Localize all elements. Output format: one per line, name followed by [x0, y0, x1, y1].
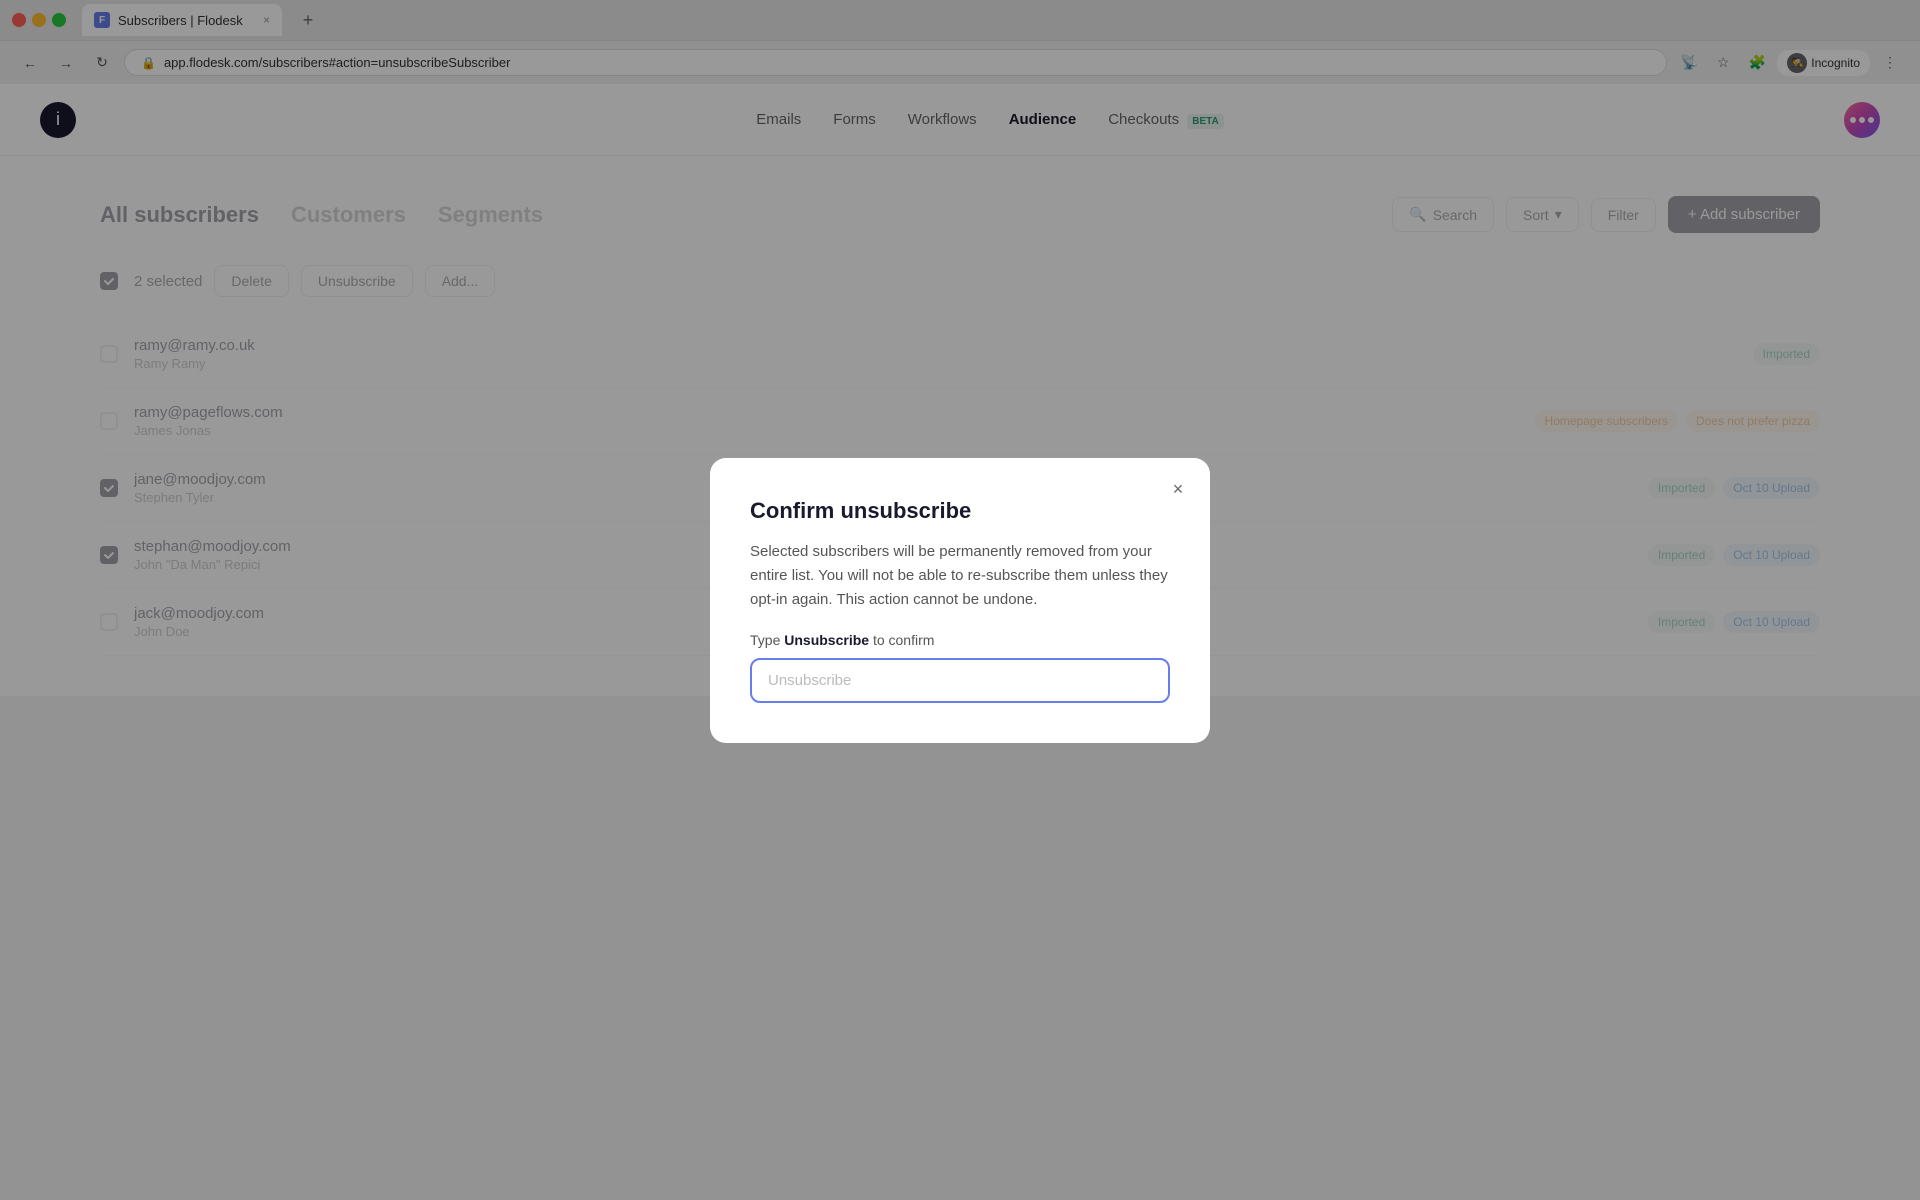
modal-confirm-keyword: Unsubscribe — [784, 632, 869, 648]
modal-title: Confirm unsubscribe — [750, 498, 1170, 524]
modal-overlay[interactable]: × Confirm unsubscribe Selected subscribe… — [0, 0, 1920, 1200]
modal-close-button[interactable]: × — [1162, 474, 1194, 506]
confirm-input[interactable] — [750, 658, 1170, 703]
modal-body: Selected subscribers will be permanently… — [750, 540, 1170, 612]
modal-confirm-label: Type Unsubscribe to confirm — [750, 632, 1170, 648]
confirm-unsubscribe-modal: × Confirm unsubscribe Selected subscribe… — [710, 458, 1210, 743]
